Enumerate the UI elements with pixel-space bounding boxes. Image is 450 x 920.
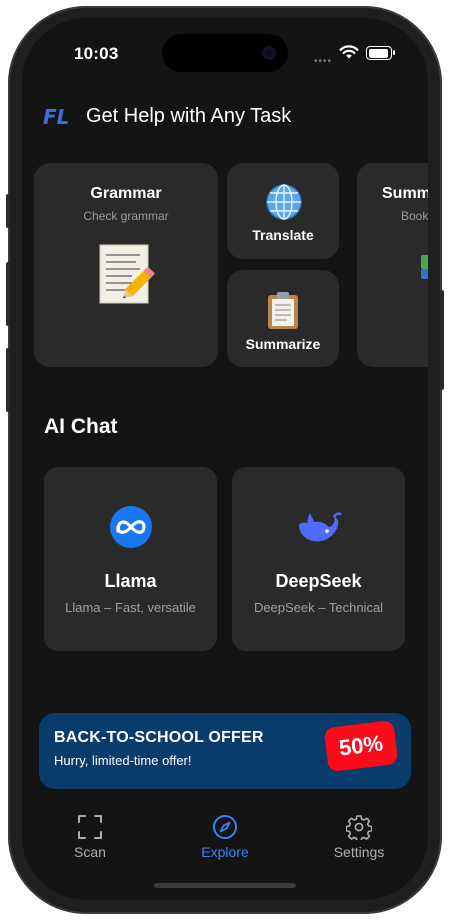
summarize-title: Summarize <box>245 336 321 352</box>
gear-icon <box>346 815 372 840</box>
battery-icon <box>366 46 395 60</box>
book-icon-part <box>421 269 428 279</box>
deepseek-name: DeepSeek <box>275 571 362 591</box>
globe-icon <box>266 184 302 220</box>
book-summary-card[interactable]: Summ Book <box>357 163 428 367</box>
page-title: Get Help with Any Task <box>86 104 292 127</box>
home-indicator[interactable] <box>154 883 296 888</box>
scan-icon <box>78 815 102 839</box>
llama-name: Llama <box>104 571 157 591</box>
promo-subtitle: Hurry, limited-time offer! <box>54 753 192 768</box>
llama-chat-card[interactable]: Llama Llama – Fast, versatile <box>44 467 217 651</box>
tab-explore[interactable]: Explore <box>180 814 270 860</box>
signal-icon: •••• <box>314 56 333 67</box>
dynamic-island <box>162 34 288 72</box>
mute-switch <box>6 194 10 228</box>
front-camera <box>262 46 276 60</box>
book-icon <box>421 255 428 269</box>
svg-text:FL: FL <box>43 105 69 128</box>
memo-pencil-icon <box>99 244 155 304</box>
grammar-subtitle: Check grammar <box>83 209 169 223</box>
status-bar: 10:03 •••• <box>22 18 428 78</box>
summarize-card[interactable]: Summarize <box>227 270 339 367</box>
translate-card[interactable]: Translate <box>227 163 339 259</box>
page-header: FL Get Help with Any Task <box>42 101 291 131</box>
promo-title: BACK-TO-SCHOOL OFFER <box>54 729 264 746</box>
book-summary-title: Summ <box>382 185 428 202</box>
meta-icon <box>110 506 152 548</box>
promo-banner[interactable]: BACK-TO-SCHOOL OFFER Hurry, limited-time… <box>39 713 411 789</box>
tab-scan-label: Scan <box>74 844 106 860</box>
wifi-icon <box>339 45 359 59</box>
app-screen: 10:03 •••• FL Get Help with Any Task Gra… <box>22 18 428 900</box>
discount-badge: 50% <box>323 719 399 773</box>
tab-explore-label: Explore <box>201 844 249 860</box>
power-button <box>440 290 444 390</box>
tab-scan[interactable]: Scan <box>45 814 135 860</box>
compass-icon <box>213 815 237 839</box>
deepseek-chat-card[interactable]: DeepSeek DeepSeek – Technical <box>232 467 405 651</box>
tab-settings[interactable]: Settings <box>314 814 404 860</box>
app-logo-icon: FL <box>43 105 69 128</box>
grammar-card[interactable]: Grammar Check grammar <box>34 163 218 367</box>
translate-title: Translate <box>252 227 314 243</box>
grammar-title: Grammar <box>90 185 162 202</box>
llama-description: Llama – Fast, versatile <box>65 600 196 615</box>
volume-down-button <box>6 348 10 412</box>
ai-chat-heading: AI Chat <box>44 415 118 438</box>
clipboard-icon <box>268 292 298 329</box>
tab-settings-label: Settings <box>333 844 385 860</box>
whale-icon <box>299 512 342 542</box>
status-time: 10:03 <box>74 44 119 63</box>
deepseek-description: DeepSeek – Technical <box>253 600 384 615</box>
volume-up-button <box>6 262 10 326</box>
book-summary-subtitle: Book <box>401 209 428 223</box>
